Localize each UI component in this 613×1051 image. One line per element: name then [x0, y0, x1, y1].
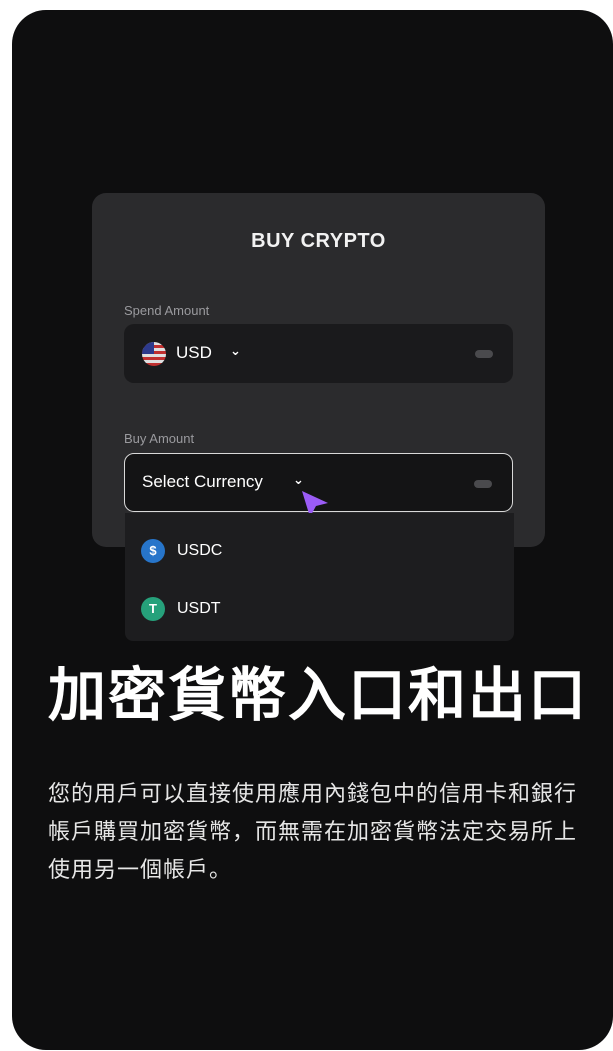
card-title: BUY CRYPTO — [251, 230, 386, 252]
spend-currency-select[interactable]: USD ⌄ — [124, 324, 513, 383]
option-label: USDC — [177, 542, 223, 559]
usdc-icon: $ — [141, 539, 165, 563]
page-headline: 加密貨幣入口和出口 — [48, 663, 589, 728]
spend-amount-label: Spend Amount — [124, 303, 210, 318]
page-description: 您的用戶可以直接使用應用內錢包中的信用卡和銀行帳戶購買加密貨幣，而無需在加密貨幣… — [48, 781, 578, 882]
amount-placeholder — [475, 350, 493, 358]
app-frame: BUY CRYPTO Spend Amount USD ⌄ Buy Amount… — [12, 10, 613, 1050]
option-label: USDT — [177, 600, 221, 617]
tether-icon: T — [141, 597, 165, 621]
buy-amount-label: Buy Amount — [124, 431, 195, 446]
chevron-down-icon: ⌄ — [293, 472, 304, 487]
buy-crypto-card: BUY CRYPTO Spend Amount USD ⌄ Buy Amount… — [92, 193, 545, 547]
buy-currency-select[interactable]: Select Currency ⌄ — [124, 453, 513, 517]
us-flag-icon — [142, 342, 166, 366]
spend-currency-value: USD — [176, 343, 212, 362]
buy-currency-placeholder: Select Currency — [142, 472, 263, 491]
chevron-down-icon: ⌄ — [230, 343, 241, 358]
currency-dropdown: $ USDC T USDT — [125, 513, 514, 641]
amount-placeholder — [474, 480, 492, 488]
